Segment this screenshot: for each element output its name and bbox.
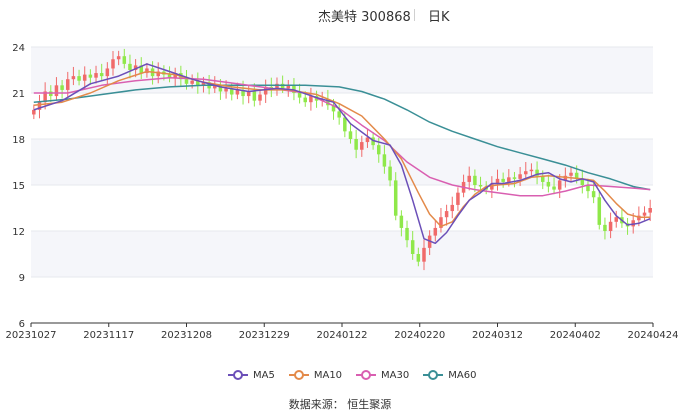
candle [648, 208, 652, 213]
candle [552, 186, 556, 190]
candle [444, 211, 449, 218]
candle [309, 96, 313, 103]
candle [111, 59, 115, 69]
candle [82, 74, 87, 81]
y-tick-label: 18 [12, 135, 25, 146]
candle [66, 79, 70, 90]
x-tick-label: 20231027 [6, 330, 57, 341]
x-tick-label: 20231208 [161, 330, 212, 341]
x-tick-label: 20231229 [239, 330, 290, 341]
candle [393, 180, 398, 216]
candle [456, 192, 460, 205]
candle [597, 197, 602, 225]
grid-band [31, 231, 653, 277]
candle [422, 247, 426, 262]
candle [184, 79, 189, 84]
legend-marker [228, 370, 248, 380]
candle [450, 204, 455, 212]
candle [467, 175, 471, 182]
candle [603, 224, 607, 231]
candle [122, 56, 127, 64]
candle [32, 109, 36, 115]
candle [433, 227, 438, 236]
candle [399, 215, 404, 228]
candle [77, 76, 81, 81]
candle [280, 83, 285, 89]
x-tick-label: 20231117 [83, 330, 134, 341]
candle [524, 171, 528, 175]
candle [591, 191, 596, 198]
legend-item-ma5[interactable]: MA5 [228, 369, 275, 381]
legend-label: MA5 [253, 369, 275, 381]
candle [348, 131, 353, 139]
legend-marker [288, 370, 309, 380]
candle [337, 111, 341, 118]
candle [354, 139, 358, 150]
y-tick-label: 6 [19, 319, 25, 330]
candle [235, 89, 240, 95]
legend-label: MA10 [313, 369, 343, 381]
x-tick-label: 20240402 [550, 330, 601, 341]
candle [473, 175, 477, 185]
candle [642, 212, 647, 216]
candle [128, 63, 132, 70]
candle [252, 91, 257, 101]
y-tick-label: 15 [12, 181, 25, 192]
legend-label: MA60 [448, 369, 477, 381]
candle [382, 154, 387, 167]
candle [410, 240, 415, 254]
legend-item-ma60[interactable]: MA60 [423, 369, 476, 381]
legend-label: MA30 [381, 369, 410, 381]
candle [60, 85, 64, 90]
x-tick-label: 20240122 [317, 330, 368, 341]
candlestick-chart: 24 21 18 15 12 9 620231027 20231117 20231208 2023… [6, 43, 679, 341]
y-tick-label: 9 [19, 273, 25, 284]
candle [569, 172, 573, 176]
candle [88, 74, 93, 78]
legend: MA5 MA10 MA30 MA60 [228, 368, 476, 382]
candle [258, 94, 262, 101]
candle [608, 221, 613, 231]
y-tick-label: 12 [12, 227, 25, 238]
y-tick-label: 21 [12, 89, 25, 100]
candle [529, 169, 534, 172]
legend-marker [356, 370, 377, 380]
candle [512, 177, 517, 179]
candle [405, 227, 409, 241]
candle [94, 73, 98, 78]
candle [377, 145, 381, 155]
x-tick-label: 20240312 [472, 330, 523, 341]
candle [297, 93, 302, 98]
candle [71, 76, 76, 80]
candle [116, 56, 121, 60]
y-tick-label: 24 [12, 43, 25, 54]
candle [518, 174, 522, 179]
candle [54, 85, 59, 97]
candle [614, 217, 618, 222]
candle [501, 178, 505, 182]
candle [105, 68, 110, 77]
legend-item-ma10[interactable]: MA10 [288, 369, 343, 381]
candle [365, 137, 370, 143]
candle [99, 73, 104, 77]
candle [360, 142, 364, 150]
candle [478, 185, 483, 187]
candle [557, 180, 562, 190]
candle [303, 97, 307, 103]
data-source: 数据来源： 恒生聚源 [288, 398, 392, 411]
candle [416, 254, 421, 262]
candle [190, 80, 194, 84]
candle [49, 91, 53, 97]
x-tick-label: 20240424 [628, 330, 679, 341]
legend-item-ma30[interactable]: MA30 [356, 369, 409, 381]
legend-marker [423, 370, 444, 380]
candle [388, 166, 392, 181]
candle [343, 117, 347, 132]
x-tick-label: 20240220 [394, 330, 445, 341]
candle [507, 177, 511, 182]
candle [224, 88, 228, 92]
candle [546, 181, 551, 187]
